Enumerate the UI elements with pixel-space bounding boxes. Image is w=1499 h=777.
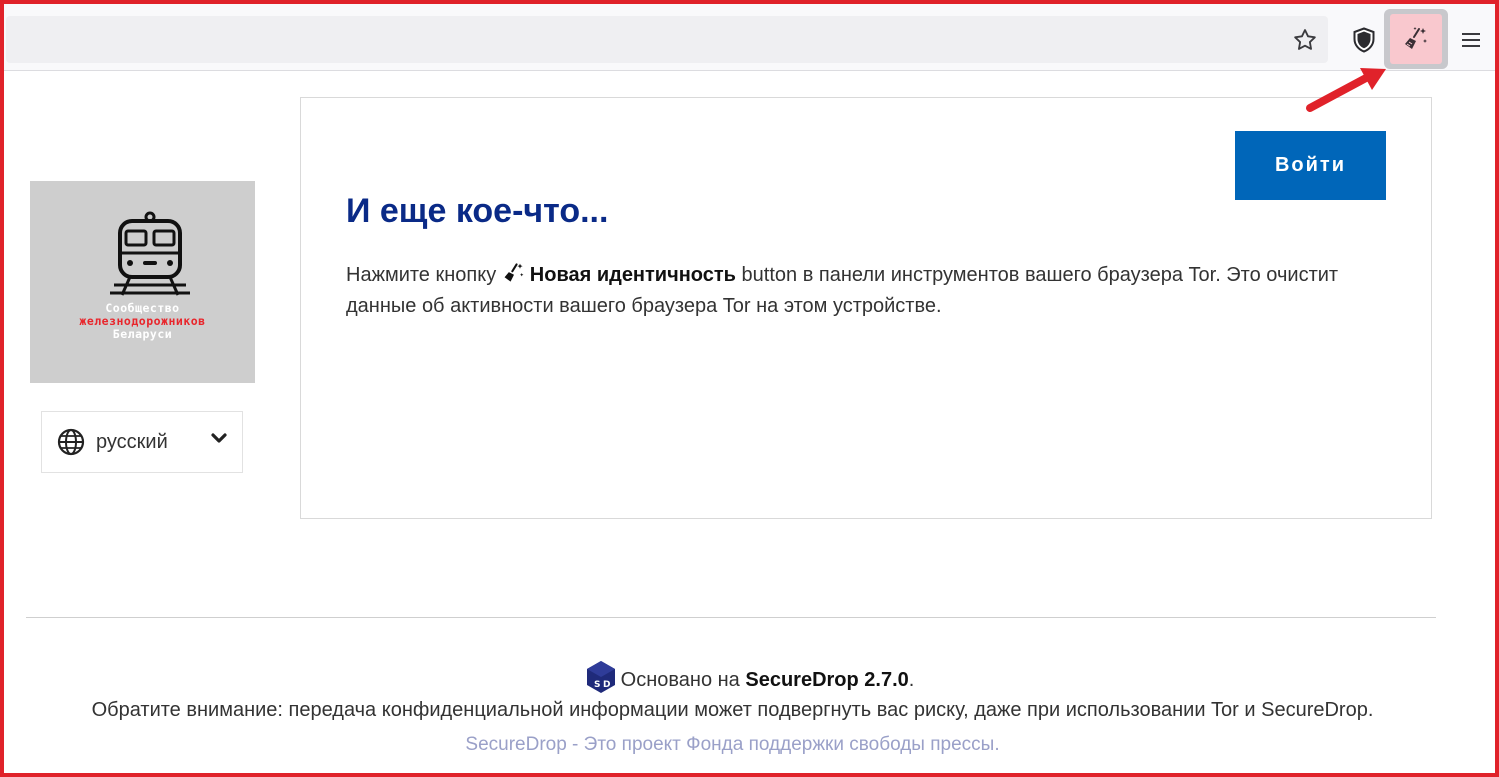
- svg-text:D: D: [603, 680, 610, 690]
- language-selected-value: русский: [96, 431, 168, 453]
- fpf-project-link[interactable]: SecureDrop - Это проект Фонда поддержки …: [0, 734, 1465, 756]
- security-warning: Обратите внимание: передача конфиденциал…: [91, 699, 1374, 721]
- hamburger-menu-icon: [1462, 33, 1480, 47]
- bookmark-button[interactable]: [1284, 20, 1326, 60]
- logo-line-3: Беларуси: [112, 327, 173, 341]
- new-identity-label: Новая идентичность: [529, 264, 736, 286]
- powered-by: S D Основано на SecureDrop 2.7.0.: [0, 660, 1499, 694]
- organization-logo: Сообщество железнодорожников Беларуси: [30, 181, 255, 383]
- securedrop-logo-icon: S D: [586, 661, 615, 693]
- browser-toolbar: [0, 0, 1499, 71]
- instructions-paragraph: Нажмите кнопку Новая идентичность button…: [346, 260, 1376, 322]
- powered-prefix: Основано на: [620, 669, 740, 691]
- login-button[interactable]: Войти: [1235, 131, 1386, 200]
- instructions-text-before: Нажмите кнопку: [346, 264, 497, 286]
- page-title: И еще кое-что...: [346, 192, 609, 230]
- star-icon: [1294, 29, 1316, 50]
- new-identity-button[interactable]: [1384, 9, 1448, 69]
- url-bar[interactable]: [6, 16, 1328, 63]
- new-identity-highlight: [1390, 14, 1442, 64]
- broom-sparkle-icon: [504, 263, 524, 282]
- language-select[interactable]: русский: [41, 411, 243, 473]
- powered-suffix: .: [908, 669, 915, 691]
- app-menu-button[interactable]: [1452, 20, 1490, 60]
- shield-icon: [1353, 27, 1375, 53]
- broom-sparkle-icon: [1405, 27, 1427, 49]
- annotation-arrow-icon: [1306, 68, 1386, 112]
- train-icon: [110, 211, 190, 296]
- securedrop-version: SecureDrop 2.7.0: [745, 669, 909, 691]
- footer-divider: [26, 617, 1436, 618]
- logo-text: Сообщество железнодорожников Беларуси: [30, 302, 255, 341]
- security-level-button[interactable]: [1344, 20, 1384, 60]
- svg-text:S: S: [594, 680, 600, 690]
- globe-icon: [57, 428, 85, 456]
- chevron-down-icon: [211, 433, 227, 443]
